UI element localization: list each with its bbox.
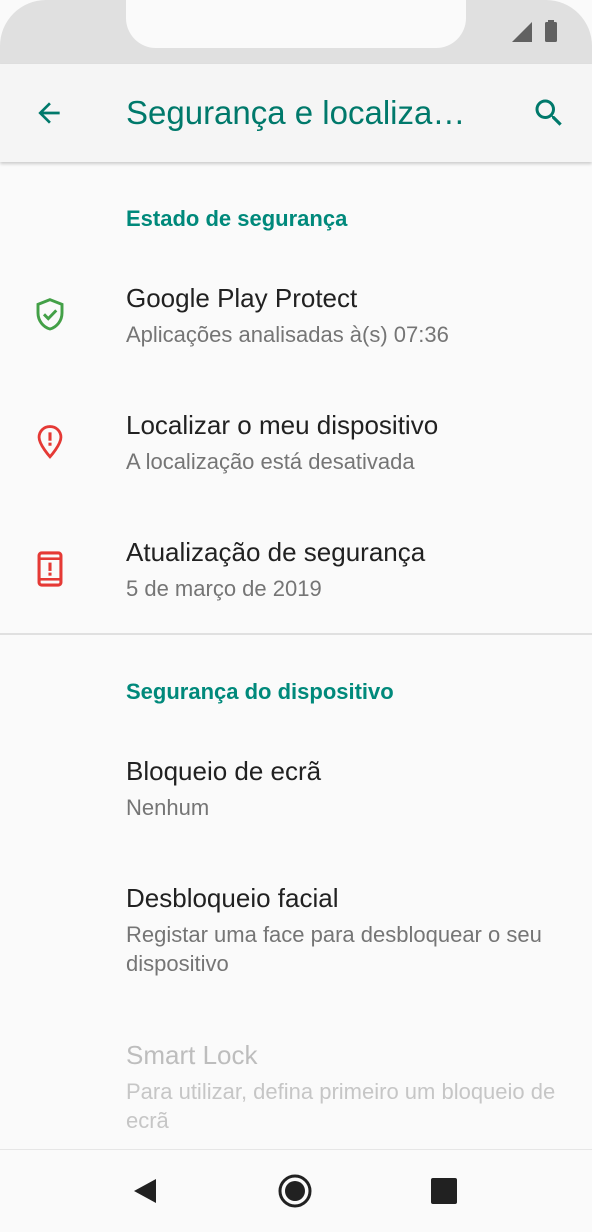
location-alert-icon [37,425,63,459]
section-header-security-status: Estado de segurança [126,206,348,231]
search-button[interactable] [524,88,574,138]
shield-check-icon [36,298,64,331]
screen: Segurança e localiza… Estado de seguranç… [0,0,592,1232]
item-title: Desbloqueio facial [126,883,339,913]
list-item-smart-lock: Smart Lock Para utilizar, defina primeir… [0,1022,592,1146]
list-item-screen-lock[interactable]: Bloqueio de ecrã Nenhum [0,738,592,856]
item-subtitle: Registar uma face para desbloquear o seu… [126,922,542,976]
phone-alert-icon [37,551,63,587]
item-title: Atualização de segurança [126,537,426,567]
item-subtitle: Aplicações analisadas à(s) 07:36 [126,322,449,347]
nav-back-button[interactable] [120,1166,170,1216]
nav-home-button[interactable] [270,1166,320,1216]
item-subtitle: A localização está desativada [126,449,415,474]
item-title: Google Play Protect [126,283,358,313]
navigation-bar [0,1149,592,1232]
signal-icon [512,22,532,42]
section-divider [0,633,592,635]
section-header-device-security: Segurança do dispositivo [126,679,394,704]
list-item-google-play-protect[interactable]: Google Play Protect Aplicações analisada… [0,265,592,385]
back-button[interactable] [24,88,74,138]
item-subtitle: 5 de março de 2019 [126,576,322,601]
item-subtitle: Para utilizar, defina primeiro um bloque… [126,1079,556,1133]
list-item-face-unlock[interactable]: Desbloqueio facial Registar uma face par… [0,865,592,1005]
nav-recents-icon [431,1178,457,1204]
item-subtitle: Nenhum [126,795,210,820]
page-title: Segurança e localiza… [126,94,466,131]
app-bar: Segurança e localiza… [0,64,592,162]
battery-icon [545,20,557,42]
item-title: Smart Lock [126,1040,258,1070]
item-title: Localizar o meu dispositivo [126,410,439,440]
status-bar [0,0,592,64]
item-title: Bloqueio de ecrã [126,756,322,786]
search-icon [535,99,562,126]
nav-home-icon [278,1174,312,1208]
nav-back-icon [134,1179,156,1203]
nav-recents-button[interactable] [419,1166,469,1216]
camera-notch [126,0,466,48]
list-item-find-my-device[interactable]: Localizar o meu dispositivo A localizaçã… [0,392,592,512]
list-item-security-update[interactable]: Atualização de segurança 5 de março de 2… [0,519,592,631]
arrow-back-icon [38,102,60,124]
